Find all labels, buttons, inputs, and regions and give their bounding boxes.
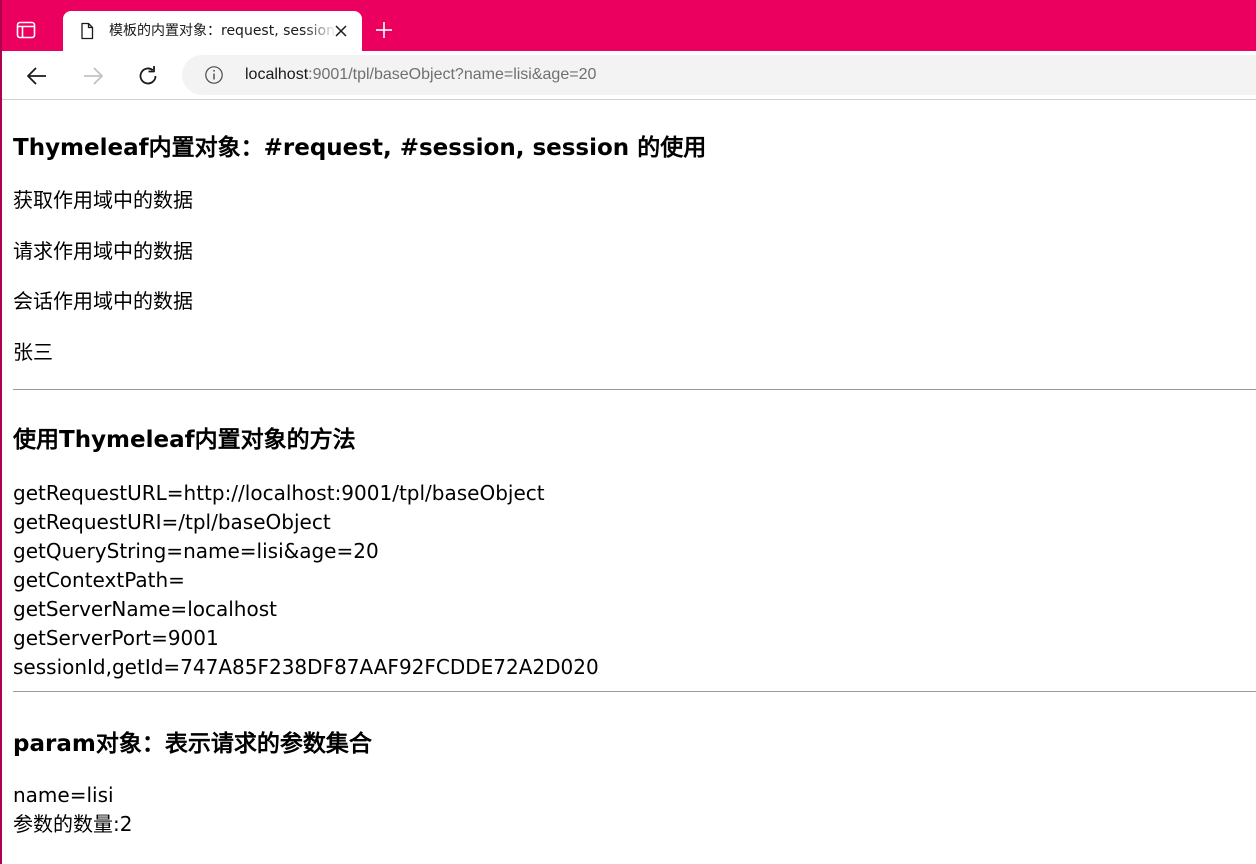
info-icon[interactable] <box>204 65 224 85</box>
text-line: getServerName=localhost <box>13 597 277 621</box>
new-tab-button[interactable] <box>373 19 395 41</box>
url-path: :9001/tpl/baseObject?name=lisi&age=20 <box>308 66 597 83</box>
page-content: Thymeleaf内置对象：#request, #session, sessio… <box>2 100 1256 864</box>
text-line: sessionId,getId=747A85F238DF87AAF92FCDDE… <box>13 655 599 679</box>
back-arrow-icon <box>27 67 46 85</box>
text-line: 获取作用域中的数据 <box>13 188 193 212</box>
forward-arrow-icon <box>84 67 103 85</box>
plus-icon <box>376 22 392 38</box>
text-line: getQueryString=name=lisi&age=20 <box>13 539 379 563</box>
active-tab[interactable]: 模板的内置对象：request, session <box>63 11 362 51</box>
close-tab-button[interactable] <box>331 21 351 41</box>
text-line: getRequestURL=http://localhost:9001/tpl/… <box>13 481 545 505</box>
browser-window: 模板的内置对象：request, session localhost:9001/… <box>0 0 1256 864</box>
text-line: 请求作用域中的数据 <box>13 239 193 263</box>
reload-icon <box>139 66 157 85</box>
divider <box>13 389 1256 390</box>
address-bar[interactable]: localhost:9001/tpl/baseObject?name=lisi&… <box>182 55 1256 95</box>
tab-title: 模板的内置对象：request, session <box>109 23 335 39</box>
text-line: 张三 <box>13 340 53 364</box>
text-line: getRequestURI=/tpl/baseObject <box>13 510 331 534</box>
text-line: name=lisi <box>13 783 114 807</box>
divider <box>13 691 1256 692</box>
url-host: localhost <box>245 66 309 83</box>
section-heading-builtin-objects: Thymeleaf内置对象：#request, #session, sessio… <box>13 135 707 161</box>
section-heading-param: param对象：表示请求的参数集合 <box>13 731 372 757</box>
tab-strip: 模板的内置对象：request, session <box>2 0 1256 51</box>
text-line: 参数的数量:2 <box>13 812 133 836</box>
tab-actions-icon <box>16 21 36 39</box>
reload-button[interactable] <box>135 63 161 89</box>
page-icon <box>81 22 94 40</box>
back-button[interactable] <box>24 63 50 89</box>
text-line: getContextPath= <box>13 568 185 592</box>
section-heading-methods: 使用Thymeleaf内置对象的方法 <box>13 427 356 453</box>
text-line: getServerPort=9001 <box>13 626 219 650</box>
navigation-toolbar: localhost:9001/tpl/baseObject?name=lisi&… <box>2 51 1256 100</box>
tab-actions-button[interactable] <box>14 18 38 42</box>
forward-button[interactable] <box>80 63 106 89</box>
text-line: 会话作用域中的数据 <box>13 289 193 313</box>
close-icon <box>335 25 347 37</box>
url-text: localhost:9001/tpl/baseObject?name=lisi&… <box>245 65 596 85</box>
